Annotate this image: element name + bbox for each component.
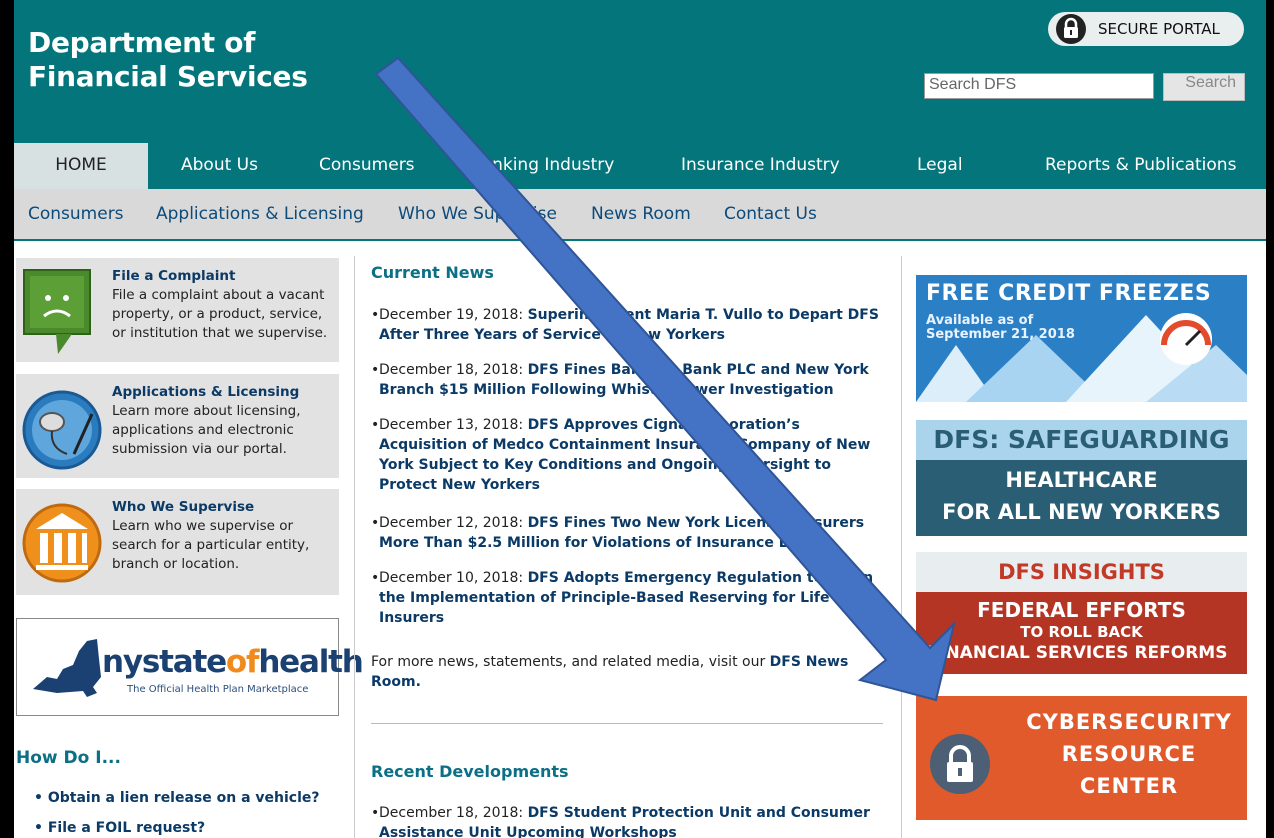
news-item: • December 19, 2018: Superintendent Maria…	[371, 307, 879, 343]
news-date: December 18, 2018:	[379, 362, 528, 378]
nav-insurance-industry[interactable]: Insurance Industry	[681, 143, 840, 189]
nav-legal[interactable]: Legal	[917, 143, 963, 189]
credit-banner-sub1: Available as of	[926, 313, 1034, 328]
search-button[interactable]: Search	[1163, 73, 1245, 101]
news-item: • December 12, 2018: DFS Fines Two New Yo…	[371, 515, 865, 551]
insights-line3: TO ROLL BACK	[1020, 623, 1143, 641]
news-date: December 18, 2018:	[379, 805, 528, 821]
site-title-line2: Financial Services	[28, 60, 308, 93]
site-title-line1: Department of	[28, 26, 256, 59]
wordmark-nystate: nystate	[102, 644, 227, 680]
lock-icon	[1056, 14, 1086, 44]
news-date: December 10, 2018:	[379, 570, 528, 586]
more-news-text: For more news, statements, and related m…	[371, 652, 881, 692]
section-divider	[371, 723, 883, 724]
nav-consumers[interactable]: Consumers	[319, 143, 415, 189]
card-who-we-supervise[interactable]: Who We Supervise Learn who we supervise …	[16, 489, 339, 595]
secure-portal-label: SECURE PORTAL	[1098, 20, 1220, 38]
card-file-complaint[interactable]: File a Complaint File a complaint about …	[16, 258, 339, 362]
card-title[interactable]: File a Complaint	[112, 268, 235, 284]
healthcare-line3: FOR ALL NEW YORKERS	[942, 500, 1221, 524]
padlock-icon	[928, 732, 992, 801]
cybersecurity-banner[interactable]: CYBERSECURITY RESOURCE CENTER	[916, 696, 1247, 820]
credit-banner-sub2: September 21, 2018	[926, 327, 1075, 342]
cyber-line3: CENTER	[1079, 774, 1179, 798]
nav-home[interactable]: HOME	[14, 143, 148, 189]
how-do-i-heading: How Do I...	[16, 748, 121, 768]
news-date: December 13, 2018:	[379, 417, 528, 433]
credit-banner-title: FREE CREDIT FREEZES	[926, 281, 1212, 306]
site-title[interactable]: Department of Financial Services	[28, 26, 308, 94]
card-applications-licensing[interactable]: Applications & Licensing Learn more abou…	[16, 374, 339, 478]
card-desc: Learn who we supervise or search for a p…	[112, 518, 310, 572]
healthcare-line2: HEALTHCARE	[1005, 468, 1158, 492]
nyhealth-wordmark: nystateofhealth	[102, 644, 364, 680]
secure-portal-button[interactable]: SECURE PORTAL	[1048, 12, 1244, 46]
insights-line4: FINANCIAL SERVICES REFORMS	[927, 643, 1228, 663]
more-news-pre: For more news, statements, and related m…	[371, 654, 770, 670]
main-nav: HOME About Us Consumers Banking Industry…	[14, 143, 1266, 189]
news-item: • December 13, 2018: DFS Approves Cigna C…	[371, 417, 871, 493]
how-do-i-link[interactable]: Obtain a lien release on a vehicle?	[48, 790, 320, 806]
healthcare-line1: DFS: SAFEGUARDING	[933, 425, 1230, 454]
how-do-i-item[interactable]: • Obtain a lien release on a vehicle?	[34, 790, 320, 806]
ny-state-of-health-logo[interactable]: nystateofhealth The Official Health Plan…	[16, 618, 364, 716]
credit-freeze-banner[interactable]: FREE CREDIT FREEZES Available as of Sept…	[916, 275, 1247, 402]
sub-nav: Consumers Applications & Licensing Who W…	[14, 189, 1266, 241]
nav-reports-publications[interactable]: Reports & Publications	[1045, 143, 1236, 189]
cyber-line1: CYBERSECURITY	[1026, 710, 1232, 734]
building-icon	[22, 501, 102, 590]
card-title[interactable]: Applications & Licensing	[112, 384, 299, 400]
site-header: Department of Financial Services SECURE …	[14, 0, 1266, 143]
wordmark-of: of	[225, 644, 260, 680]
dfs-insights-banner[interactable]: DFS INSIGHTS FEDERAL EFFORTS TO ROLL BAC…	[916, 552, 1247, 674]
card-desc: File a complaint about a vacant property…	[112, 287, 328, 341]
subnav-who-we-supervise[interactable]: Who We Supervise	[398, 189, 557, 239]
news-item: • December 18, 2018: DFS Student Protecti…	[371, 803, 889, 838]
healthcare-banner[interactable]: DFS: SAFEGUARDING HEALTHCARE FOR ALL NEW…	[916, 420, 1247, 536]
card-desc: Learn more about licensing, applications…	[112, 403, 301, 457]
insights-line1: DFS INSIGHTS	[998, 560, 1165, 584]
search-input[interactable]: Search DFS	[924, 73, 1154, 99]
current-news-heading: Current News	[371, 263, 494, 282]
how-do-i-link[interactable]: File a FOIL request?	[48, 820, 205, 836]
news-item: • December 18, 2018: DFS Fines Barclays B…	[371, 362, 869, 398]
subnav-contact-us[interactable]: Contact Us	[724, 189, 817, 239]
how-do-i-item[interactable]: • File a FOIL request?	[34, 820, 205, 836]
card-title[interactable]: Who We Supervise	[112, 499, 254, 515]
subnav-news-room[interactable]: News Room	[591, 189, 691, 239]
nav-about-us[interactable]: About Us	[181, 143, 258, 189]
browser-page: Department of Financial Services SECURE …	[14, 0, 1266, 838]
column-divider	[901, 256, 902, 838]
subnav-consumers[interactable]: Consumers	[28, 189, 124, 239]
news-item: • December 10, 2018: DFS Adopts Emergency…	[371, 570, 874, 626]
recent-developments-heading: Recent Developments	[371, 762, 569, 781]
insights-line2: FEDERAL EFFORTS	[977, 598, 1186, 622]
sad-face-icon	[22, 268, 94, 361]
news-date: December 19, 2018:	[379, 307, 528, 323]
subnav-applications-licensing[interactable]: Applications & Licensing	[156, 189, 364, 239]
nyhealth-tagline: The Official Health Plan Marketplace	[127, 684, 309, 695]
wordmark-health: health	[258, 644, 364, 680]
column-divider	[354, 256, 355, 838]
mouse-icon	[22, 384, 102, 477]
cyber-line2: RESOURCE	[1061, 742, 1197, 766]
news-date: December 12, 2018:	[379, 515, 528, 531]
ny-state-map-icon	[27, 631, 107, 710]
nav-banking-industry[interactable]: Banking Industry	[470, 143, 614, 189]
